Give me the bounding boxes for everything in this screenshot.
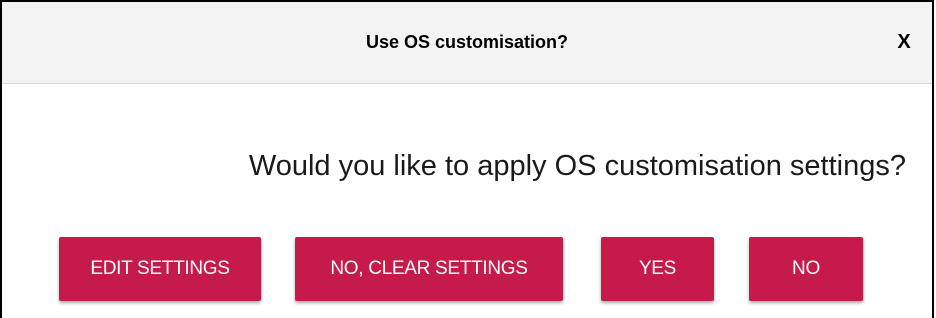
edit-settings-button[interactable]: EDIT SETTINGS (59, 237, 261, 301)
os-customisation-dialog: Use OS customisation? X Would you like t… (0, 0, 934, 318)
no-clear-settings-button[interactable]: NO, CLEAR SETTINGS (295, 237, 563, 301)
dialog-title-bar: Use OS customisation? X (2, 2, 932, 84)
yes-button[interactable]: YES (601, 237, 714, 301)
dialog-question: Would you like to apply OS customisation… (248, 150, 906, 182)
close-icon[interactable]: X (886, 22, 922, 62)
no-button[interactable]: NO (749, 237, 863, 301)
dialog-title: Use OS customisation? (365, 32, 569, 52)
